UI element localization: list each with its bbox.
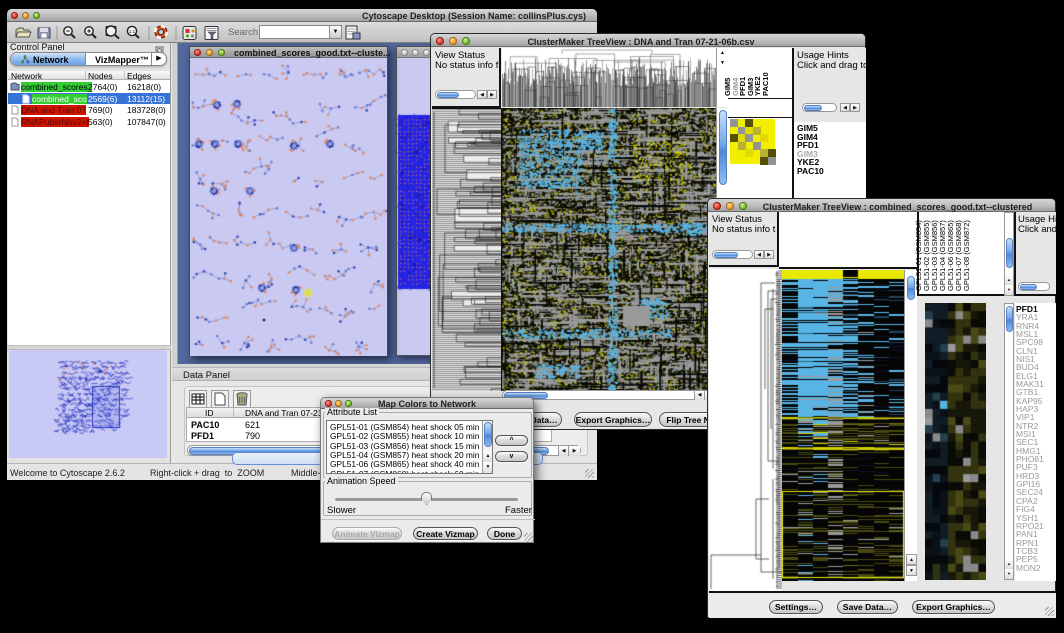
svg-text:1:1: 1:1 [129,29,136,34]
